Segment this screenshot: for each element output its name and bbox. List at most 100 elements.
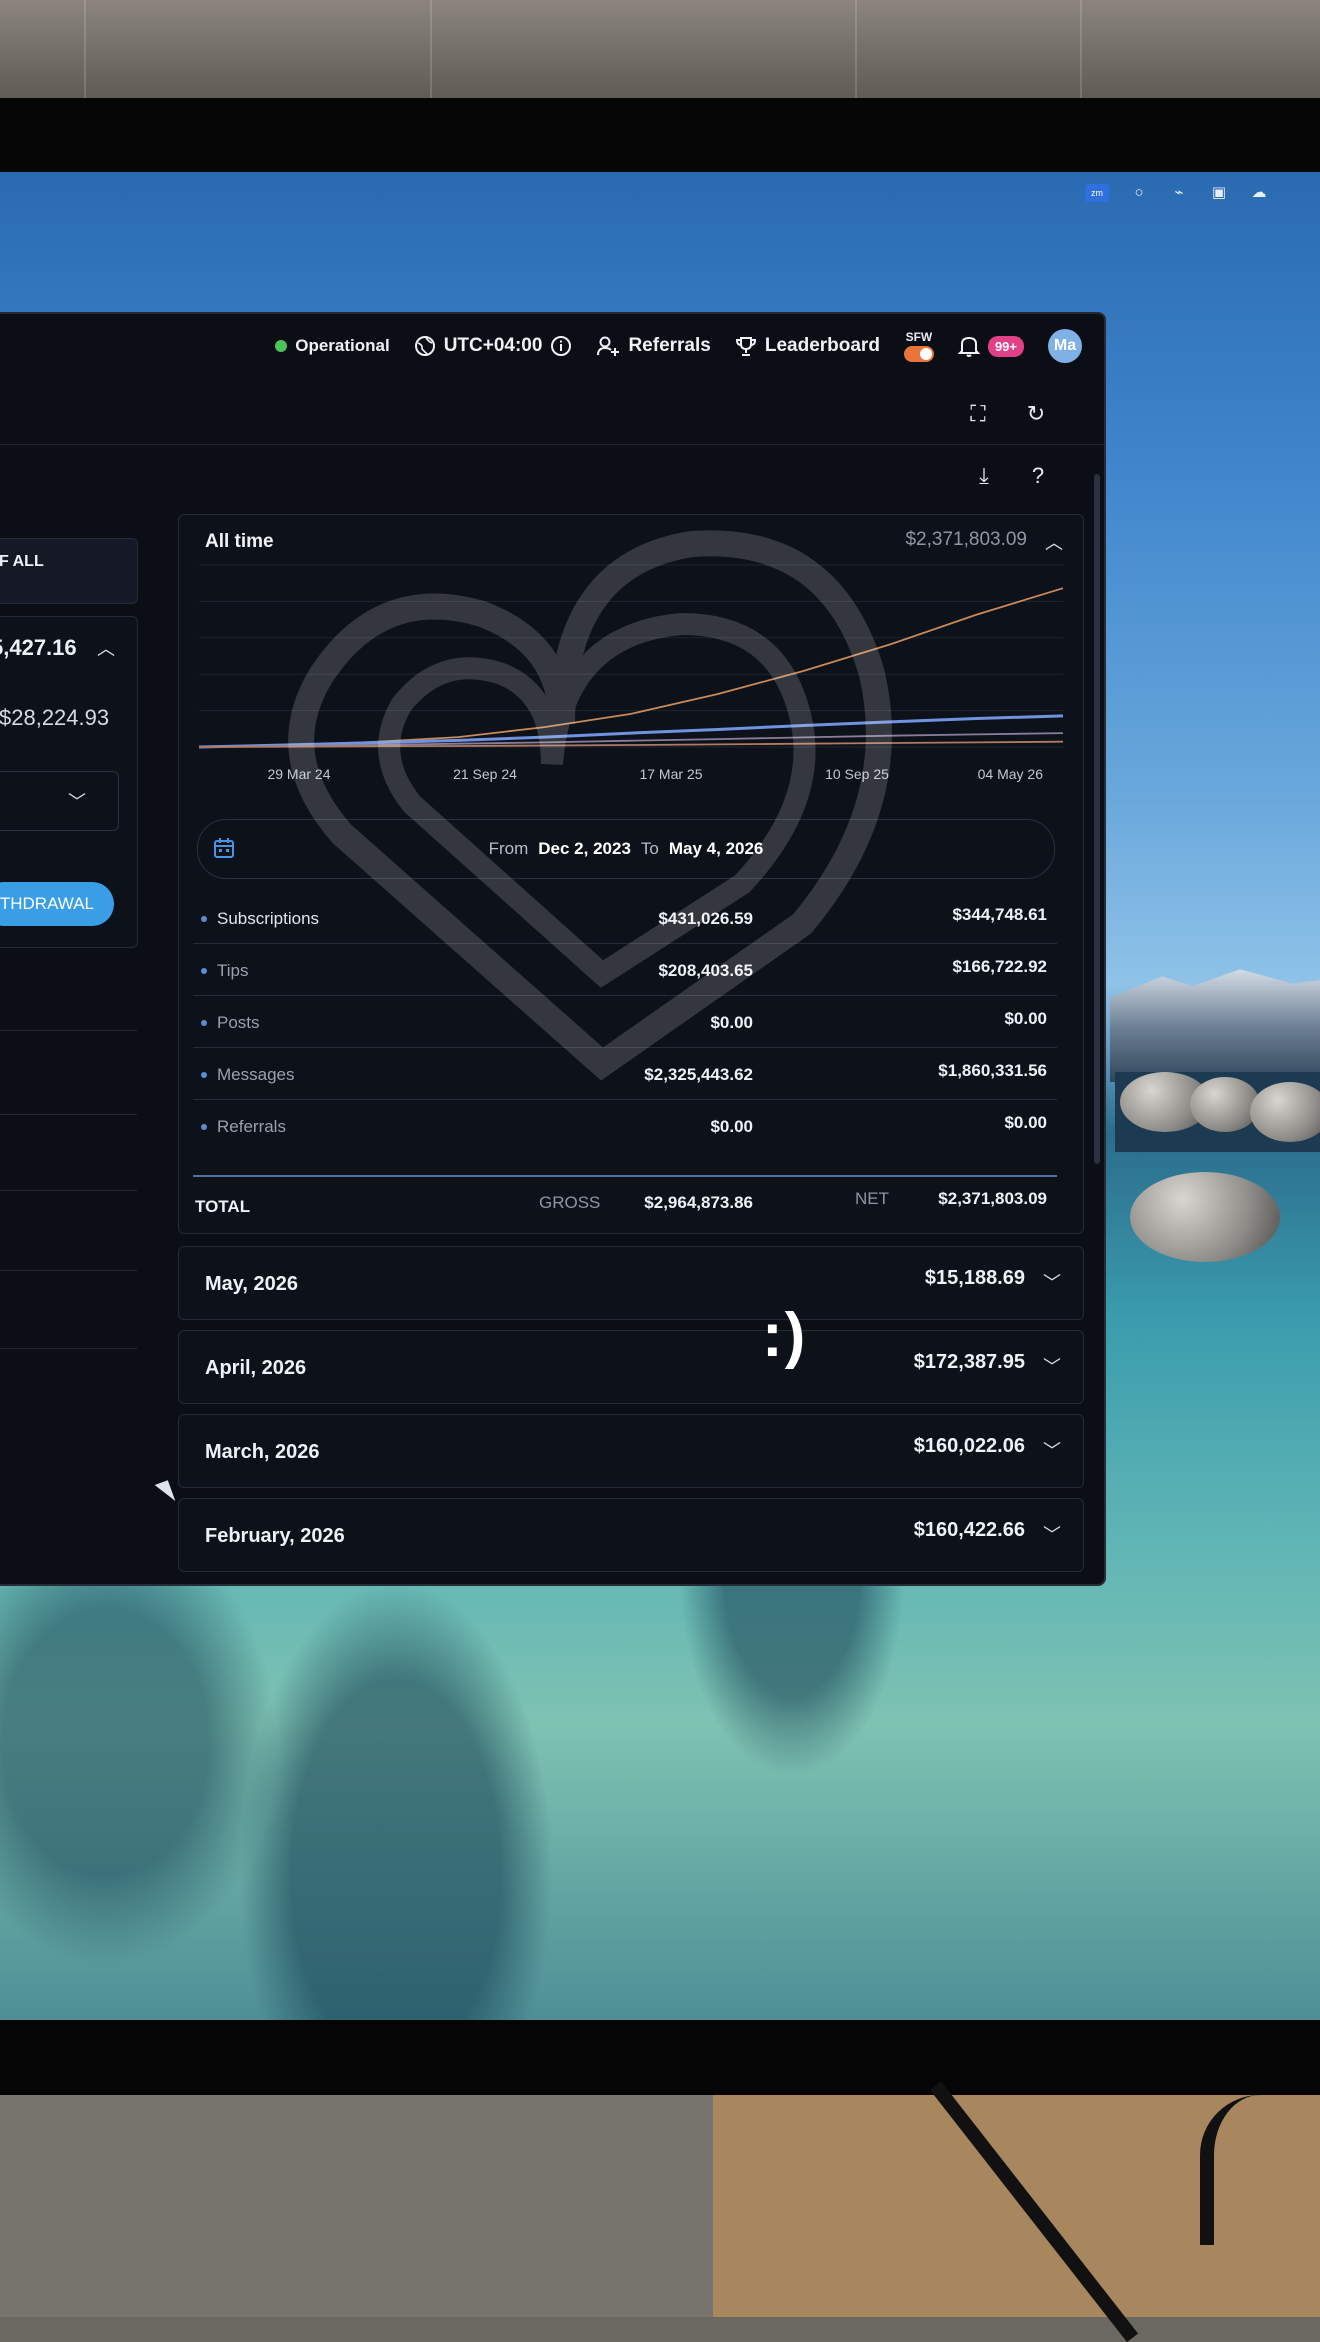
wall-panel-line bbox=[430, 0, 432, 100]
row-label: Subscriptions bbox=[217, 909, 320, 928]
bullet-icon bbox=[201, 1124, 207, 1130]
chevron-up-icon[interactable]: ︿ bbox=[97, 635, 115, 661]
row-gross: $2,325,443.62 bbox=[644, 1065, 753, 1084]
date-from-label: From bbox=[488, 839, 529, 858]
total-row: TOTAL GROSS $2,964,873.86 NET $2,371,803… bbox=[193, 1185, 1057, 1225]
status-indicator[interactable]: Operational bbox=[275, 336, 390, 356]
earnings-row[interactable]: Posts $0.00 $0.00 bbox=[193, 995, 1057, 1048]
month-label: May, 2026 bbox=[205, 1273, 299, 1295]
row-label: Posts bbox=[217, 1013, 260, 1032]
info-icon[interactable] bbox=[550, 335, 572, 357]
total-net: $2,371,803.09 bbox=[938, 1189, 1047, 1208]
globe-icon bbox=[414, 336, 435, 356]
list-divider bbox=[0, 1270, 137, 1271]
chevron-down-icon[interactable]: ﹀ bbox=[1043, 1437, 1061, 1463]
total-label: TOTAL bbox=[195, 1197, 251, 1216]
earnings-line-chart: 29 Mar 24 21 Sep 24 17 Mar 25 10 Sep 25 04 M… bbox=[198, 564, 1064, 782]
row-net: $0.00 bbox=[1004, 1009, 1047, 1028]
app-window: Operational UTC+04:00 Referrals Leaderbo… bbox=[0, 312, 1106, 1586]
leaderboard-label: Leaderboard bbox=[764, 335, 880, 356]
screen-tray-icon[interactable]: ▣ bbox=[1209, 185, 1229, 201]
month-value: $160,022.06 bbox=[913, 1435, 1025, 1457]
circle-tray-icon[interactable]: ○ bbox=[1129, 185, 1149, 201]
chart-x-tick-label: 17 Mar 25 bbox=[639, 766, 702, 782]
download-icon[interactable]: ⤓ bbox=[970, 462, 998, 490]
calendar-icon bbox=[212, 836, 236, 860]
zoom-tray-icon[interactable]: zm bbox=[1085, 184, 1109, 202]
desk-background bbox=[0, 2095, 1320, 2317]
month-row[interactable]: March, 2026 $160,022.06 ﹀ bbox=[178, 1414, 1084, 1488]
wallpaper-rock bbox=[1250, 1082, 1320, 1142]
month-row[interactable]: May, 2026 $15,188.69 ﹀ bbox=[178, 1246, 1084, 1320]
timezone-selector[interactable]: UTC+04:00 bbox=[414, 335, 573, 357]
wall-background bbox=[0, 0, 1320, 110]
month-value: $172,387.95 bbox=[913, 1351, 1025, 1373]
wall-panel-line bbox=[1080, 0, 1082, 100]
current-balance: 5,427.16 bbox=[0, 635, 77, 660]
chevron-down-icon[interactable]: ﹀ bbox=[1043, 1521, 1061, 1547]
filter-dropdown[interactable]: F ALL bbox=[0, 538, 138, 604]
earnings-row[interactable]: Tips $208,403.65 $166,722.92 bbox=[193, 943, 1057, 996]
earnings-row[interactable]: Referrals $0.00 $0.00 bbox=[193, 1099, 1057, 1151]
list-divider bbox=[0, 1030, 137, 1031]
cloud-tray-icon[interactable]: ☁ bbox=[1249, 185, 1269, 201]
status-dot-icon bbox=[275, 340, 288, 352]
bullet-icon bbox=[201, 916, 207, 922]
bullet-icon bbox=[201, 1020, 207, 1026]
referrals-link[interactable]: Referrals bbox=[596, 335, 711, 357]
trophy-icon bbox=[735, 337, 756, 356]
list-divider bbox=[0, 1114, 137, 1115]
month-label: March, 2026 bbox=[205, 1441, 320, 1463]
statement-card: All time $2,371,803.09 ︿ 29 Mar 24 21 Sep… bbox=[178, 514, 1084, 1234]
row-net: $344,748.61 bbox=[952, 905, 1047, 924]
month-row[interactable]: April, 2026 $172,387.95 ﹀ bbox=[178, 1330, 1084, 1404]
month-label: February, 2026 bbox=[205, 1525, 345, 1547]
bullet-icon bbox=[201, 968, 207, 974]
sfw-toggle[interactable]: SFW bbox=[903, 329, 934, 362]
chevron-down-icon[interactable]: ﹀ bbox=[1043, 1269, 1061, 1295]
sfw-label: SFW bbox=[905, 329, 933, 344]
month-value: $15,188.69 bbox=[924, 1267, 1025, 1289]
period-title: All time bbox=[205, 531, 274, 552]
overlay-smiley-text: :) bbox=[762, 1301, 808, 1370]
chevron-up-icon[interactable]: ︿ bbox=[1045, 529, 1063, 555]
withdrawal-button[interactable]: ITHDRAWAL bbox=[0, 882, 114, 926]
wall-panel-line bbox=[84, 0, 86, 100]
cast-tray-icon[interactable]: ⌁ bbox=[1169, 185, 1189, 201]
chevron-down-icon[interactable]: ﹀ bbox=[1043, 1353, 1061, 1379]
row-label: Tips bbox=[217, 961, 249, 980]
withdrawal-method-select[interactable]: ﹀ bbox=[0, 771, 119, 831]
month-value: $160,422.66 bbox=[913, 1519, 1025, 1541]
menubar-tray: zm ○ ⌁ ▣ ☁ bbox=[1085, 184, 1269, 202]
monitor-bezel-top bbox=[0, 98, 1320, 178]
list-divider bbox=[0, 1348, 137, 1349]
status-label: Operational bbox=[295, 336, 390, 355]
wallpaper-rock bbox=[1190, 1077, 1260, 1132]
referrals-label: Referrals bbox=[628, 335, 711, 356]
earnings-row[interactable]: Messages $2,325,443.62 $1,860,331.56 bbox=[193, 1047, 1057, 1100]
chart-x-tick-label: 10 Sep 25 bbox=[825, 766, 889, 782]
notifications-button[interactable]: 99+ bbox=[957, 334, 1024, 358]
net-label: NET bbox=[855, 1189, 889, 1208]
sfw-switch[interactable] bbox=[903, 345, 934, 362]
mouse-cursor-icon bbox=[154, 1480, 176, 1506]
earnings-row[interactable]: Subscriptions $431,026.59 $344,748.61 bbox=[193, 891, 1057, 944]
wallpaper-rock bbox=[1130, 1172, 1280, 1262]
date-to-value: May 4, 2026 bbox=[668, 839, 764, 858]
month-row[interactable]: February, 2026 $160,422.66 ﹀ bbox=[178, 1498, 1084, 1572]
refresh-icon[interactable]: ↻ bbox=[1022, 400, 1050, 428]
fullscreen-icon[interactable]: ⛶ bbox=[964, 400, 992, 428]
user-plus-icon bbox=[597, 336, 620, 356]
avatar[interactable]: Ma bbox=[1048, 329, 1082, 363]
date-range-picker[interactable]: From Dec 2, 2023 To May 4, 2026 bbox=[197, 819, 1055, 879]
gross-label: GROSS bbox=[539, 1193, 601, 1212]
date-from-value: Dec 2, 2023 bbox=[538, 839, 631, 858]
leaderboard-link[interactable]: Leaderboard bbox=[735, 335, 880, 357]
wall-panel-line bbox=[855, 0, 857, 100]
help-icon[interactable]: ? bbox=[1024, 462, 1052, 490]
chart-series-line bbox=[198, 587, 1064, 748]
vertical-scrollbar[interactable] bbox=[1094, 474, 1100, 1164]
monitor-bezel-bottom bbox=[0, 2020, 1320, 2100]
monitor-stand-curve bbox=[1200, 2095, 1320, 2245]
list-divider bbox=[0, 1190, 137, 1191]
